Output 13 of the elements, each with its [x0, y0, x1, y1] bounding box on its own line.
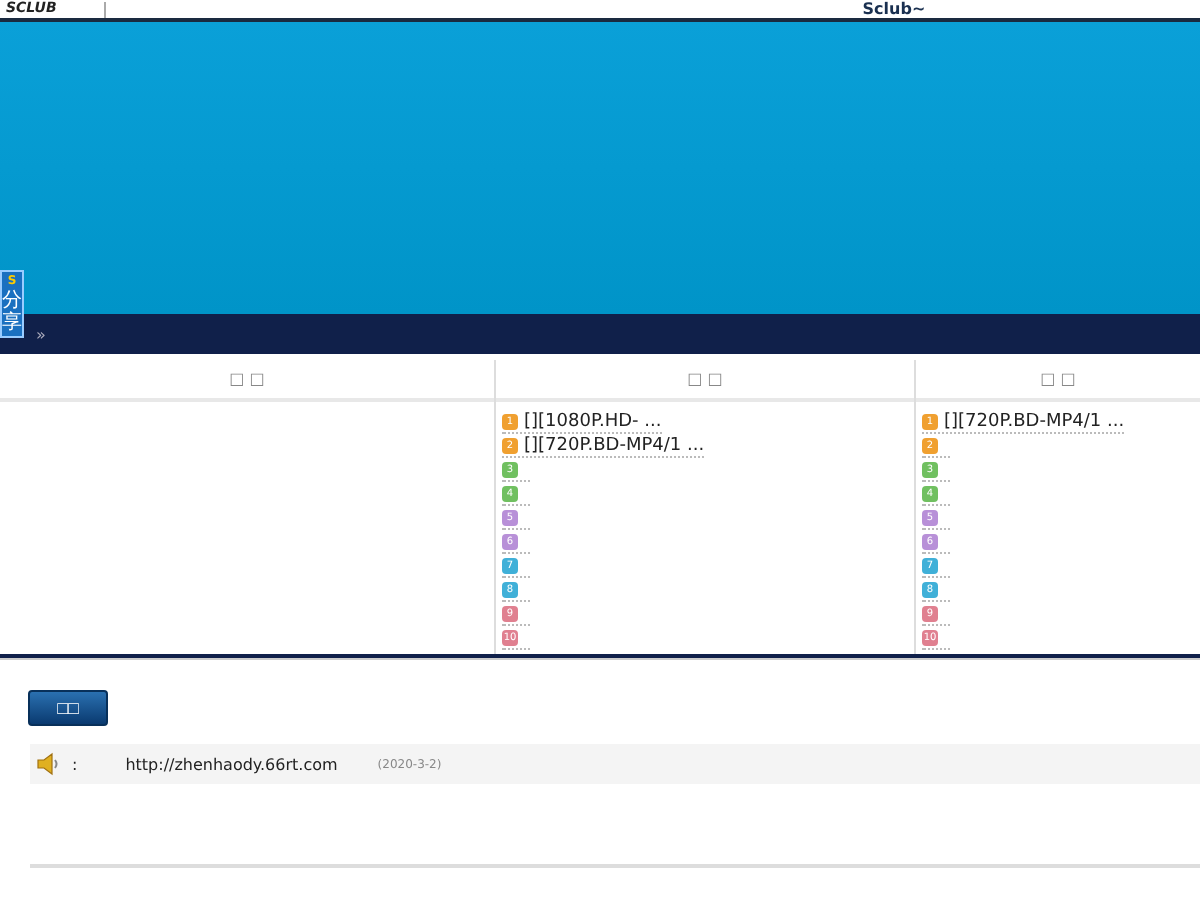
column-header: □ □ — [687, 370, 723, 388]
column-header: □ □ — [229, 370, 265, 388]
ranking-link[interactable]: [][1080P.HD- ... — [524, 411, 662, 431]
site-title: Sclub~ — [862, 0, 926, 18]
ranking-link[interactable]: [][720P.BD-MP4/1 ... — [944, 411, 1125, 431]
share-label: 分享 — [2, 290, 22, 334]
column-header: □ □ — [1040, 370, 1076, 388]
ranking-link[interactable]: [][720P.BD-MP4/1 ... — [524, 435, 705, 455]
url-link[interactable]: http://zhenhaody.66rt.com — [125, 755, 338, 773]
nav-arrow[interactable]: » — [36, 325, 46, 343]
speaker-icon — [36, 752, 60, 776]
action-button[interactable]: □□ — [28, 690, 108, 726]
notice-colon: : — [72, 755, 78, 773]
